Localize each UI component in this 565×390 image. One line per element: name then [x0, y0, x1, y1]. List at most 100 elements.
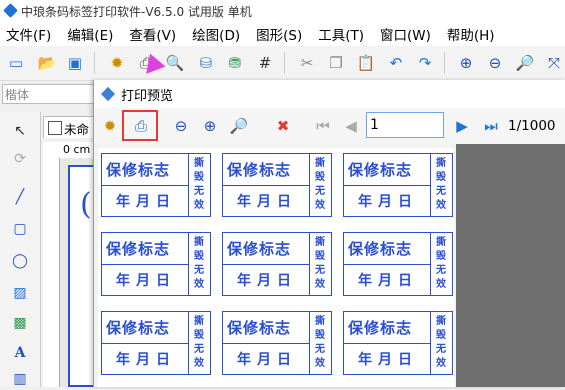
print-settings-gear-icon[interactable]: ✹ [99, 115, 121, 137]
menu-bar: 文件(F) 编辑(E) 查看(V) 绘图(D) 图形(S) 工具(T) 窗口(W… [0, 22, 565, 46]
label-preview: 保修标志 年月日 撕毁无效 [343, 311, 453, 375]
label-divider [309, 154, 310, 216]
zoom-fit-icon[interactable]: 🔎 [228, 115, 250, 137]
label-side-text: 撕毁无效 [315, 237, 325, 290]
copy-icon[interactable]: ❐ [325, 52, 347, 74]
zoom-fit-icon[interactable]: 🔎 [514, 52, 536, 74]
last-page-icon[interactable]: ⏭ [480, 115, 502, 137]
menu-tools[interactable]: 工具(T) [318, 24, 364, 44]
database-icon[interactable]: ⛁ [195, 52, 217, 74]
ellipse-icon[interactable]: ◯ [9, 250, 31, 272]
label-date: 年月日 [237, 273, 297, 289]
label-divider [344, 185, 430, 186]
toolbar-separator [94, 52, 95, 74]
menu-shape[interactable]: 图形(S) [256, 24, 302, 44]
label-date: 年月日 [237, 194, 297, 210]
page-number-input[interactable]: 1 [366, 112, 444, 138]
print-button-icon[interactable]: ⎙ [130, 115, 152, 137]
menu-view[interactable]: 查看(V) [129, 24, 176, 44]
label-side-text: 撕毁无效 [315, 158, 325, 211]
label-side-text: 撕毁无效 [436, 316, 446, 369]
label-divider [223, 185, 309, 186]
document-tab[interactable]: 未命 [43, 116, 98, 138]
preview-toolbar: ✹ ⎙ ⊖ ⊕ 🔎 ✖ ⏮ ◀ 1 ▶ ⏭ 1/1000 [94, 108, 565, 145]
save-icon[interactable]: ▣ [64, 52, 86, 74]
first-page-icon[interactable]: ⏮ [312, 115, 334, 137]
previous-page-icon[interactable]: ◀ [340, 115, 362, 137]
settings-gear-icon[interactable]: ✹ [106, 52, 128, 74]
font-family-select[interactable]: 楷体 [2, 84, 94, 104]
zoom-in-icon[interactable]: ⊕ [199, 115, 221, 137]
label-date: 年月日 [116, 352, 176, 368]
label-date: 年月日 [116, 194, 176, 210]
label-title: 保修标志 [348, 319, 413, 337]
canvas-label-glyph: ( [80, 187, 92, 222]
print-preview-icon[interactable]: 🔍 [164, 52, 186, 74]
horizontal-ruler: 0 cm [43, 142, 98, 159]
database-settings-icon[interactable]: ⛃ [224, 52, 246, 74]
menu-file[interactable]: 文件(F) [6, 24, 51, 44]
label-side-text: 撕毁无效 [194, 237, 204, 290]
label-divider [344, 343, 430, 344]
ruler-unit-label: 0 cm [63, 143, 91, 156]
zoom-all-icon[interactable]: ⤧ [543, 52, 565, 74]
select-arrow-icon[interactable]: ↖ [9, 120, 31, 142]
label-title: 保修标志 [106, 161, 171, 179]
cut-icon[interactable]: ✂ [296, 52, 318, 74]
label-title: 保修标志 [106, 240, 171, 258]
image-icon[interactable]: ▨ [9, 282, 31, 304]
label-date: 年月日 [358, 352, 418, 368]
label-divider [188, 154, 189, 216]
label-date: 年月日 [358, 273, 418, 289]
label-divider [344, 264, 430, 265]
label-title: 保修标志 [106, 319, 171, 337]
label-preview: 保修标志 年月日 撕毁无效 [222, 311, 332, 375]
preview-page: 保修标志 年月日 撕毁无效 保修标志 年月日 撕毁无效 保修标志 年月日 撕毁无… [98, 148, 454, 387]
zoom-out-icon[interactable]: ⊖ [484, 52, 506, 74]
label-side-text: 撕毁无效 [436, 158, 446, 211]
zoom-in-icon[interactable]: ⊕ [455, 52, 477, 74]
window-title: 中琅条码标签打印软件-V6.5.0 试用版 单机 [21, 5, 252, 19]
label-divider [309, 233, 310, 295]
text-icon[interactable]: A [9, 342, 31, 364]
app-logo-icon [3, 3, 18, 18]
line-icon[interactable]: ╱ [9, 186, 31, 208]
open-folder-icon[interactable]: 📂 [36, 52, 58, 74]
label-preview: 保修标志 年月日 撕毁无效 [101, 153, 211, 217]
next-page-icon[interactable]: ▶ [451, 115, 473, 137]
label-date: 年月日 [237, 352, 297, 368]
dialog-app-icon [100, 86, 116, 102]
close-preview-icon[interactable]: ✖ [272, 115, 294, 137]
left-tool-palette: ↖ ⟳ ╱ ▢ ◯ ▨ ▩ A ▥ [0, 112, 41, 387]
rotate-icon[interactable]: ⟳ [9, 148, 31, 170]
label-side-text: 撕毁无效 [194, 316, 204, 369]
label-date: 年月日 [358, 194, 418, 210]
label-date: 年月日 [116, 273, 176, 289]
document-icon [48, 121, 62, 135]
paste-icon[interactable]: 📋 [355, 52, 377, 74]
label-preview: 保修标志 年月日 撕毁无效 [222, 232, 332, 296]
zoom-out-icon[interactable]: ⊖ [170, 115, 192, 137]
preview-background [456, 144, 565, 387]
redo-icon[interactable]: ↷ [414, 52, 436, 74]
label-title: 保修标志 [348, 240, 413, 258]
label-divider [188, 312, 189, 374]
new-document-icon[interactable]: ▭ [5, 52, 27, 74]
rectangle-icon[interactable]: ▢ [9, 218, 31, 240]
menu-help[interactable]: 帮助(H) [447, 24, 495, 44]
label-preview: 保修标志 年月日 撕毁无效 [101, 311, 211, 375]
menu-window[interactable]: 窗口(W) [380, 24, 431, 44]
label-divider [102, 343, 188, 344]
label-divider [188, 233, 189, 295]
toolbar-separator [444, 52, 445, 74]
picture-icon[interactable]: ▩ [9, 312, 31, 334]
grid-icon[interactable]: # [254, 52, 276, 74]
title-bar: 中琅条码标签打印软件-V6.5.0 试用版 单机 [0, 0, 565, 22]
vertical-ruler [43, 158, 60, 387]
label-side-text: 撕毁无效 [436, 237, 446, 290]
menu-edit[interactable]: 编辑(E) [67, 24, 113, 44]
label-side-text: 撕毁无效 [315, 316, 325, 369]
undo-icon[interactable]: ↶ [385, 52, 407, 74]
menu-draw[interactable]: 绘图(D) [192, 24, 240, 44]
label-side-text: 撕毁无效 [194, 158, 204, 211]
